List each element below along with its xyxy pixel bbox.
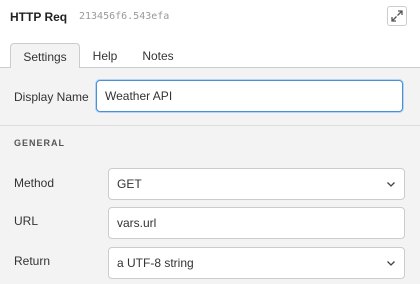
return-value: a UTF-8 string (117, 256, 194, 270)
section-divider (0, 125, 420, 126)
display-name-field[interactable]: Weather API (96, 80, 403, 112)
method-label: Method (14, 176, 55, 190)
panel-header: HTTP Req 213456f6.543efa (0, 0, 420, 34)
tab-settings[interactable]: Settings (10, 43, 80, 69)
node-edit-panel: HTTP Req 213456f6.543efa Settings Help N… (0, 0, 420, 284)
url-field[interactable]: vars.url (108, 207, 405, 239)
expand-button[interactable] (387, 6, 407, 26)
section-title-general: GENERAL (14, 138, 66, 148)
method-value: GET (117, 177, 142, 191)
chevron-down-icon (387, 261, 395, 266)
tab-help[interactable]: Help (86, 43, 124, 69)
tab-bar: Settings Help Notes (0, 34, 420, 69)
display-name-label: Display Name (14, 90, 89, 104)
url-label: URL (14, 214, 39, 228)
url-value: vars.url (117, 216, 157, 230)
node-type-title: HTTP Req (10, 10, 68, 24)
settings-form: Display Name Weather API GENERAL Method … (0, 68, 420, 284)
return-label: Return (14, 254, 51, 268)
tab-notes[interactable]: Notes (132, 43, 184, 69)
return-select[interactable]: a UTF-8 string (108, 247, 405, 279)
method-select[interactable]: GET (108, 168, 405, 200)
node-id: 213456f6.543efa (79, 11, 170, 22)
chevron-down-icon (387, 182, 395, 187)
expand-icon (391, 10, 403, 22)
display-name-value: Weather API (105, 89, 173, 103)
